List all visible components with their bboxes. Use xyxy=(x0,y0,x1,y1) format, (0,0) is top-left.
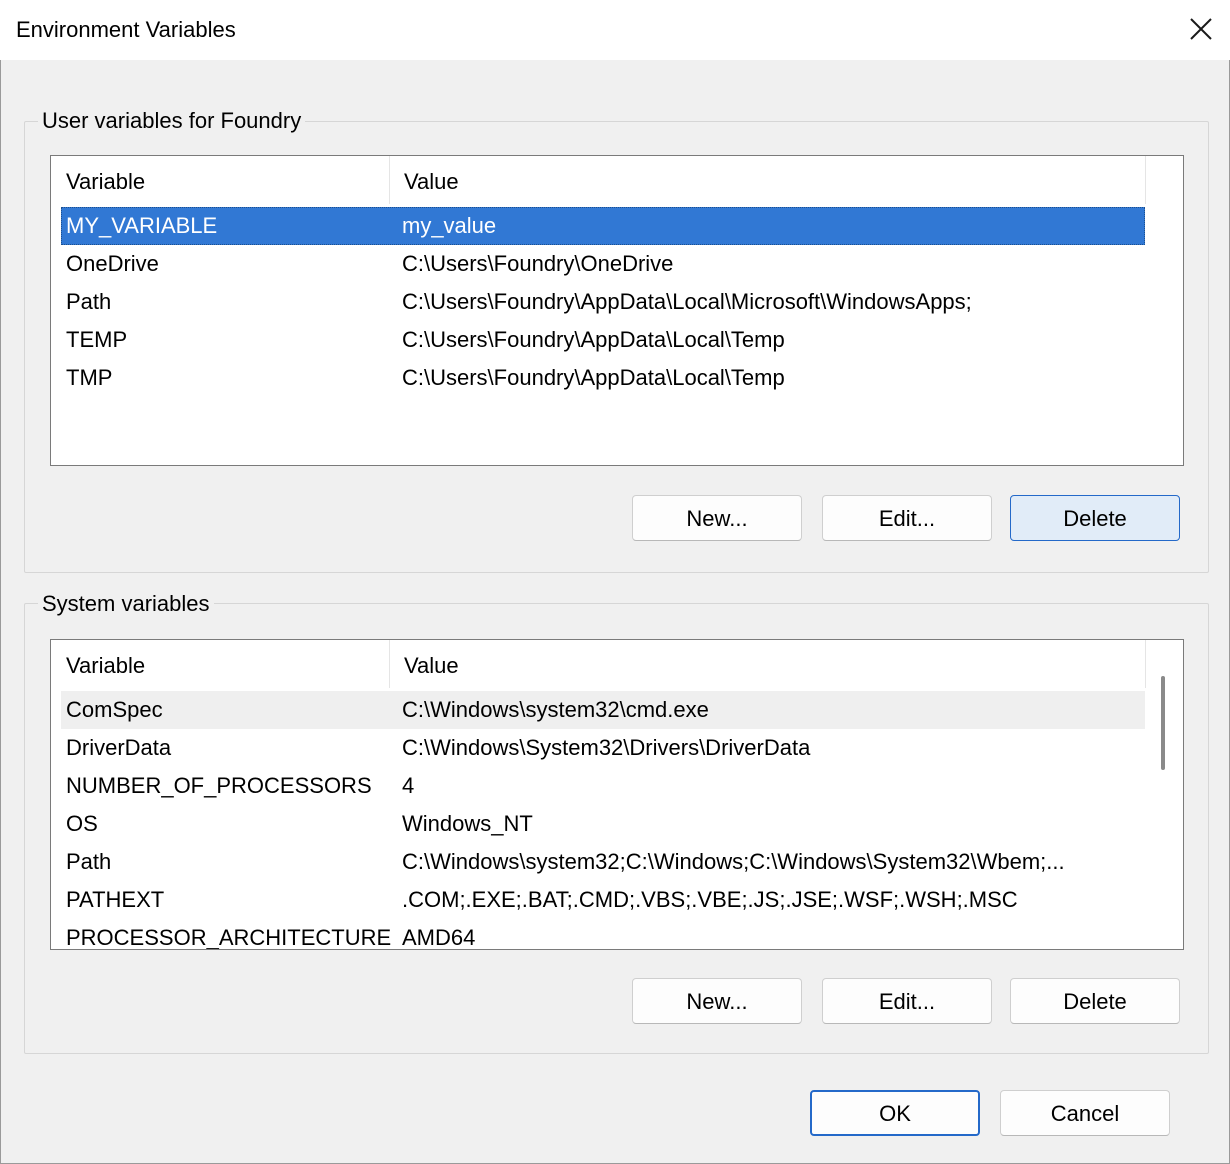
variable-name: NUMBER_OF_PROCESSORS xyxy=(66,767,372,805)
list-item[interactable]: DriverData C:\Windows\System32\Drivers\D… xyxy=(61,729,1145,767)
variable-value: C:\Users\Foundry\OneDrive xyxy=(402,245,673,283)
user-new-button[interactable]: New... xyxy=(632,495,802,541)
column-header-variable[interactable]: Variable xyxy=(51,156,389,204)
cancel-button[interactable]: Cancel xyxy=(1000,1090,1170,1136)
column-header-variable[interactable]: Variable xyxy=(51,640,389,688)
variable-name: PROCESSOR_ARCHITECTURE xyxy=(66,919,391,950)
column-separator xyxy=(1145,156,1146,204)
variable-value: C:\Windows\System32\Drivers\DriverData xyxy=(402,729,810,767)
scrollbar-thumb[interactable] xyxy=(1161,676,1165,770)
list-item[interactable]: TEMP C:\Users\Foundry\AppData\Local\Temp xyxy=(61,321,1145,359)
variable-name: ComSpec xyxy=(66,691,163,729)
variable-name: DriverData xyxy=(66,729,171,767)
list-item[interactable]: OS Windows_NT xyxy=(61,805,1145,843)
close-button[interactable] xyxy=(1176,6,1226,52)
list-item[interactable]: OneDrive C:\Users\Foundry\OneDrive xyxy=(61,245,1145,283)
list-item[interactable]: TMP C:\Users\Foundry\AppData\Local\Temp xyxy=(61,359,1145,397)
list-item[interactable]: MY_VARIABLE my_value xyxy=(61,207,1145,245)
variable-value: .COM;.EXE;.BAT;.CMD;.VBS;.VBE;.JS;.JSE;.… xyxy=(402,881,1018,919)
title-bar: Environment Variables xyxy=(0,0,1230,60)
variable-value: my_value xyxy=(402,207,496,245)
variable-value: C:\Users\Foundry\AppData\Local\Microsoft… xyxy=(402,283,972,321)
variable-name: Path xyxy=(66,283,111,321)
user-list-header: Variable Value xyxy=(51,156,1183,204)
list-item[interactable]: PATHEXT .COM;.EXE;.BAT;.CMD;.VBS;.VBE;.J… xyxy=(61,881,1145,919)
system-edit-button[interactable]: Edit... xyxy=(822,978,992,1024)
system-new-button[interactable]: New... xyxy=(632,978,802,1024)
column-header-value[interactable]: Value xyxy=(389,156,1145,204)
list-item[interactable]: ComSpec C:\Windows\system32\cmd.exe xyxy=(61,691,1145,729)
variable-value: Windows_NT xyxy=(402,805,533,843)
user-variables-label: User variables for Foundry xyxy=(38,107,305,135)
variable-name: OS xyxy=(66,805,98,843)
close-icon xyxy=(1189,17,1213,41)
variable-value: C:\Users\Foundry\AppData\Local\Temp xyxy=(402,359,785,397)
system-variables-label: System variables xyxy=(38,590,214,618)
system-delete-button[interactable]: Delete xyxy=(1010,978,1180,1024)
column-separator xyxy=(1145,640,1146,688)
ok-button[interactable]: OK xyxy=(810,1090,980,1136)
variable-value: AMD64 xyxy=(402,919,475,950)
list-item[interactable]: Path C:\Users\Foundry\AppData\Local\Micr… xyxy=(61,283,1145,321)
user-variables-list[interactable]: Variable Value MY_VARIABLE my_value OneD… xyxy=(50,155,1184,466)
system-list-header: Variable Value xyxy=(51,640,1183,688)
variable-name: Path xyxy=(66,843,111,881)
variable-name: MY_VARIABLE xyxy=(66,207,217,245)
variable-value: C:\Windows\system32;C:\Windows;C:\Window… xyxy=(402,843,1065,881)
list-item[interactable]: Path C:\Windows\system32;C:\Windows;C:\W… xyxy=(61,843,1145,881)
list-item[interactable]: NUMBER_OF_PROCESSORS 4 xyxy=(61,767,1145,805)
list-item[interactable]: PROCESSOR_ARCHITECTURE AMD64 xyxy=(61,919,1145,950)
user-delete-button[interactable]: Delete xyxy=(1010,495,1180,541)
window-title: Environment Variables xyxy=(16,16,236,44)
variable-value: 4 xyxy=(402,767,414,805)
variable-name: PATHEXT xyxy=(66,881,164,919)
variable-name: TEMP xyxy=(66,321,127,359)
variable-value: C:\Users\Foundry\AppData\Local\Temp xyxy=(402,321,785,359)
variable-name: TMP xyxy=(66,359,112,397)
variable-name: OneDrive xyxy=(66,245,159,283)
system-variables-list[interactable]: Variable Value ComSpec C:\Windows\system… xyxy=(50,639,1184,950)
variable-value: C:\Windows\system32\cmd.exe xyxy=(402,691,709,729)
user-edit-button[interactable]: Edit... xyxy=(822,495,992,541)
column-header-value[interactable]: Value xyxy=(389,640,1145,688)
